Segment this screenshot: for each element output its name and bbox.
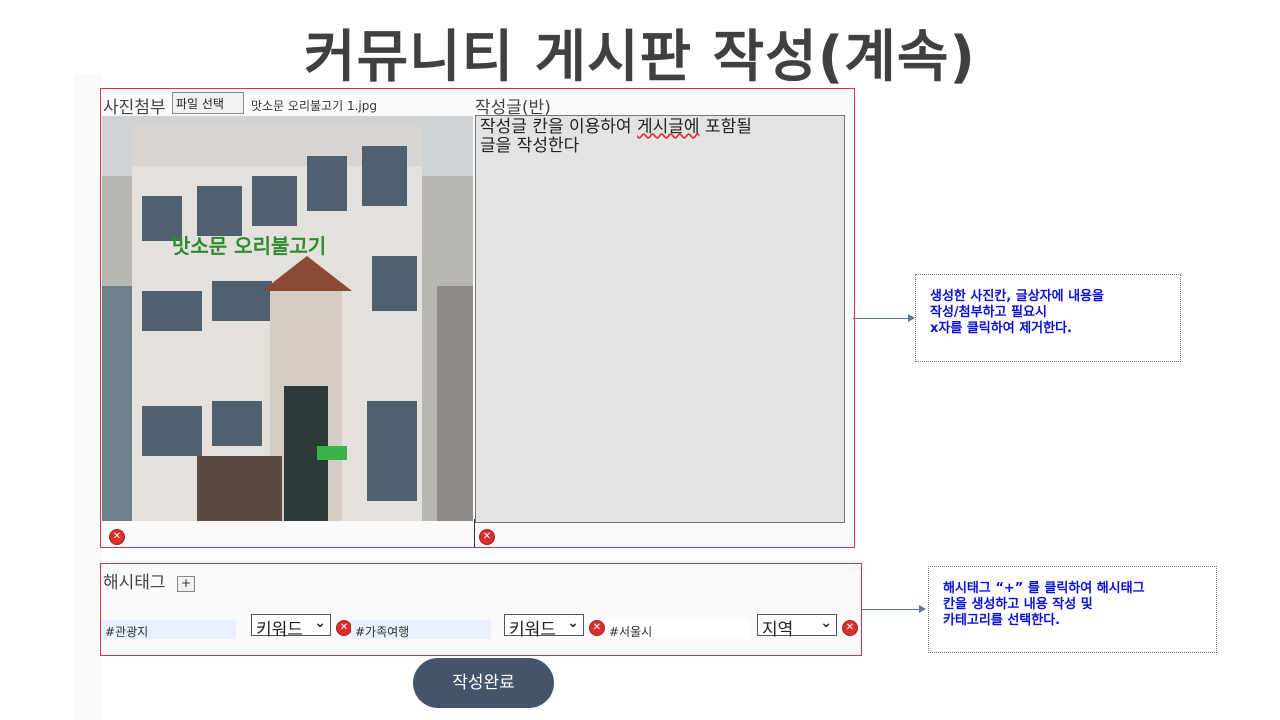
annotation-note-1: 생성한 사진칸, 글상자에 내용을 작성/첨부하고 필요시 x자를 클릭하여 제…: [915, 274, 1181, 362]
hashtag-input-1[interactable]: #관광지: [101, 620, 236, 639]
post-content-textarea[interactable]: 작성글 칸을 이용하여 게시글에 포함될 글을 작성한다: [475, 115, 845, 523]
hashtag-category-select-1[interactable]: 키워드 ⌄: [251, 614, 331, 640]
note1-line2: 작성/첨부하고 필요시: [930, 305, 1047, 320]
submit-button[interactable]: 작성완료: [413, 658, 554, 708]
photo-attach-label: 사진첨부: [103, 98, 166, 118]
left-shadow: [74, 74, 102, 720]
text-cursor-line: [474, 519, 475, 547]
note2-line3: 카테고리를 선택한다.: [943, 613, 1061, 628]
hashtag-category-select-2[interactable]: 키워드 ⌄: [504, 614, 584, 640]
page-title: 커뮤니티 게시판 작성(계속): [304, 25, 976, 90]
file-select-button[interactable]: 파일 선택: [172, 92, 244, 114]
content-line1-squiggle: 게시글에: [636, 117, 700, 137]
storefront-photo-icon: 맛소문 오리불고기: [102, 116, 473, 521]
category-value-3: 지역: [762, 620, 794, 640]
note1-arrow: [853, 314, 915, 322]
note2-line1: 해시태그 “+” 를 클릭하여 해시태그: [943, 581, 1145, 596]
remove-hashtag-1-close-icon[interactable]: ✕: [336, 620, 352, 636]
category-value-1: 키워드: [256, 620, 303, 640]
note1-line1: 생성한 사진칸, 글상자에 내용을: [930, 289, 1104, 304]
annotation-note-2: 해시태그 “+” 를 클릭하여 해시태그 칸을 생성하고 내용 작성 및 카테고…: [928, 566, 1217, 653]
note1-line3: x자를 클릭하여 제거한다.: [930, 321, 1072, 336]
attached-photo: 맛소문 오리불고기: [102, 116, 473, 521]
note2-arrow: [862, 605, 926, 613]
selected-file-name: 맛소문 오리불고기 1.jpg: [251, 99, 377, 113]
hashtag-input-3[interactable]: #서울시: [605, 620, 750, 639]
remove-photo-close-icon[interactable]: ✕: [109, 529, 125, 545]
hashtag-category-select-3[interactable]: 지역 ⌄: [757, 614, 837, 640]
remove-hashtag-3-close-icon[interactable]: ✕: [842, 620, 858, 636]
chevron-down-icon: ⌄: [314, 615, 326, 631]
content-line2: 글을 작성한다: [480, 136, 580, 156]
remove-text-close-icon[interactable]: ✕: [479, 529, 495, 545]
photo-text-panel: 사진첨부 파일 선택 맛소문 오리불고기 1.jpg 작성글(반) 맛소문 오리…: [100, 88, 855, 548]
content-line1-pre: 작성글 칸을 이용하여: [480, 117, 637, 137]
hashtag-input-2[interactable]: #가족여행: [351, 620, 491, 639]
remove-hashtag-2-close-icon[interactable]: ✕: [589, 620, 605, 636]
add-hashtag-button[interactable]: +: [177, 576, 195, 592]
chevron-down-icon: ⌄: [567, 615, 579, 631]
hashtag-label: 해시태그: [103, 573, 166, 593]
chevron-down-icon: ⌄: [820, 615, 832, 631]
svg-text:맛소문 오리불고기: 맛소문 오리불고기: [172, 234, 326, 258]
note2-line2: 칸을 생성하고 내용 작성 및: [943, 597, 1093, 612]
content-line1-post: 포함될: [699, 117, 752, 137]
hashtag-panel: 해시태그 + #관광지 키워드 ⌄ ✕ #가족여행 키워드 ⌄ ✕ #서울시 지역 ⌄…: [100, 563, 862, 656]
category-value-2: 키워드: [509, 620, 556, 640]
